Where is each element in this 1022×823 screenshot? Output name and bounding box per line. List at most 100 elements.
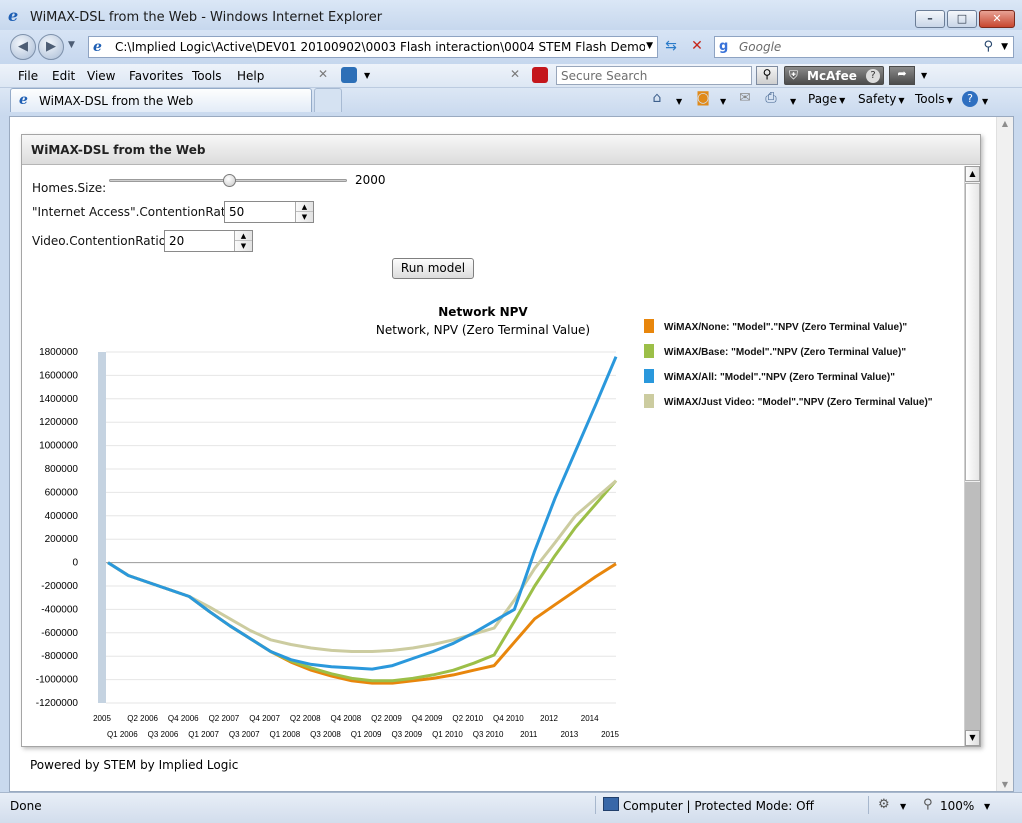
chart-lines bbox=[107, 356, 618, 685]
chevron-down-icon: ▼ bbox=[839, 96, 846, 105]
search-icon[interactable]: ⚲ bbox=[983, 39, 993, 54]
share-button[interactable]: ➦ bbox=[889, 66, 915, 85]
search-input[interactable]: g Google ⚲ ▼ bbox=[714, 36, 1014, 58]
close-icon: ✕ bbox=[992, 12, 1002, 25]
mcafee-shield-icon[interactable] bbox=[532, 67, 548, 83]
tab-wimax-dsl[interactable]: e WiMAX-DSL from the Web bbox=[10, 88, 312, 112]
page-scrollbar[interactable]: ▲ ▼ bbox=[996, 117, 1013, 791]
mcafee-label: McAfee bbox=[807, 69, 857, 83]
increment-icon[interactable]: ▲ bbox=[296, 202, 313, 212]
chart-subtitle: Network, NPV (Zero Terminal Value) bbox=[376, 323, 590, 337]
security-zone[interactable]: Computer | Protected Mode: Off bbox=[623, 799, 814, 813]
toolbar-close-icon[interactable]: ✕ bbox=[318, 67, 328, 81]
panel-scrollbar[interactable]: ▲ ▼ bbox=[964, 166, 980, 746]
minimize-button[interactable]: – bbox=[915, 10, 945, 28]
y-tick-label: -600000 bbox=[41, 628, 78, 639]
y-tick-label: 600000 bbox=[45, 487, 79, 498]
menu-view[interactable]: View bbox=[87, 69, 115, 83]
back-arrow-icon: ◀ bbox=[18, 39, 28, 54]
home-dropdown-icon[interactable]: ▼ bbox=[676, 97, 682, 106]
tools-menu-button[interactable]: Tools ▼ bbox=[915, 91, 953, 111]
menu-help[interactable]: Help bbox=[237, 69, 264, 83]
mcafee-button[interactable]: ⛨ McAfee ? bbox=[784, 66, 884, 85]
menu-favorites[interactable]: Favorites bbox=[129, 69, 183, 83]
x-tick-label: Q4 2008 bbox=[330, 714, 361, 723]
x-tick-label: Q1 2006 bbox=[107, 730, 138, 739]
video-contention-value[interactable]: 20 bbox=[169, 234, 184, 248]
ie-app-icon: e bbox=[8, 6, 19, 25]
y-axis-band bbox=[98, 352, 106, 703]
stop-icon[interactable]: ✕ bbox=[686, 38, 708, 56]
y-tick-label: 1600000 bbox=[39, 370, 78, 381]
zoom-icon[interactable]: ⚲ bbox=[923, 797, 933, 812]
secure-search-button[interactable]: ⚲ bbox=[756, 66, 778, 85]
feeds-icon[interactable]: ◙ bbox=[694, 90, 712, 108]
zoom-level[interactable]: 100% bbox=[940, 799, 974, 813]
scroll-up-icon[interactable]: ▲ bbox=[965, 166, 980, 182]
back-button[interactable]: ◀ bbox=[10, 34, 36, 60]
recent-pages-dropdown-icon[interactable]: ▼ bbox=[68, 40, 75, 50]
zoom-dropdown-icon[interactable]: ▼ bbox=[984, 802, 990, 811]
address-url[interactable]: C:\Implied Logic\Active\DEV01 20100902\0… bbox=[115, 40, 645, 54]
feeds-dropdown-icon[interactable]: ▼ bbox=[720, 97, 726, 106]
maximize-button[interactable]: □ bbox=[947, 10, 977, 28]
address-dropdown-icon[interactable]: ▼ bbox=[646, 41, 653, 51]
internet-contention-value[interactable]: 50 bbox=[229, 205, 244, 219]
refresh-icon[interactable]: ⇆ bbox=[660, 38, 682, 56]
scroll-up-icon[interactable]: ▲ bbox=[997, 119, 1013, 128]
scroll-down-icon[interactable]: ▼ bbox=[965, 730, 980, 746]
legend-swatch bbox=[644, 344, 654, 358]
menu-tools[interactable]: Tools bbox=[192, 69, 222, 83]
stepper-arrows[interactable]: ▲ ▼ bbox=[295, 202, 313, 222]
internet-contention-stepper[interactable]: 50 ▲ ▼ bbox=[224, 201, 314, 223]
mcafee-toolbar-close-icon[interactable]: ✕ bbox=[510, 67, 520, 81]
x-tick-label: Q3 2010 bbox=[473, 730, 504, 739]
forward-button[interactable]: ▶ bbox=[38, 34, 64, 60]
secure-search-input[interactable]: Secure Search bbox=[556, 66, 752, 85]
stepper-arrows[interactable]: ▲ ▼ bbox=[234, 231, 252, 251]
increment-icon[interactable]: ▲ bbox=[235, 231, 252, 241]
x-tick-label: Q2 2007 bbox=[209, 714, 240, 723]
print-dropdown-icon[interactable]: ▼ bbox=[790, 97, 796, 106]
safety-menu-button[interactable]: Safety ▼ bbox=[858, 91, 905, 111]
homes-size-slider-thumb[interactable] bbox=[223, 174, 237, 187]
x-tick-label: Q2 2010 bbox=[452, 714, 483, 723]
legend-swatch bbox=[644, 394, 654, 408]
protected-mode-icon[interactable]: ⚙ bbox=[878, 797, 890, 812]
share-dropdown-icon[interactable]: ▼ bbox=[921, 71, 927, 80]
scroll-track[interactable] bbox=[965, 482, 980, 730]
homes-size-label: Homes.Size: bbox=[32, 181, 107, 195]
minimize-icon: – bbox=[927, 12, 933, 25]
x-tick-label: Q3 2008 bbox=[310, 730, 341, 739]
scroll-down-icon[interactable]: ▼ bbox=[997, 780, 1013, 789]
x-tick-label: Q2 2006 bbox=[127, 714, 158, 723]
chart-title: Network NPV bbox=[438, 305, 528, 319]
search-placeholder: Google bbox=[739, 40, 782, 54]
computer-zone-icon bbox=[603, 797, 619, 811]
search-options-dropdown-icon[interactable]: ▼ bbox=[1001, 42, 1008, 52]
chevron-down-icon: ▼ bbox=[898, 96, 905, 105]
home-icon[interactable]: ⌂ bbox=[648, 90, 666, 108]
read-mail-icon[interactable]: ✉ bbox=[736, 90, 754, 108]
safety-menu-label: Safety bbox=[858, 92, 897, 106]
help-icon[interactable]: ? bbox=[962, 91, 978, 107]
run-model-button[interactable]: Run model bbox=[392, 258, 474, 279]
new-tab-button[interactable] bbox=[314, 88, 342, 112]
help-dropdown-icon[interactable]: ▼ bbox=[982, 97, 988, 106]
toolbar-addon-dropdown-icon[interactable]: ▼ bbox=[364, 71, 370, 80]
video-contention-stepper[interactable]: 20 ▲ ▼ bbox=[164, 230, 253, 252]
menu-file[interactable]: File bbox=[18, 69, 38, 83]
x-tick-label: Q4 2006 bbox=[168, 714, 199, 723]
decrement-icon[interactable]: ▼ bbox=[296, 212, 313, 222]
scroll-thumb[interactable] bbox=[965, 183, 980, 481]
page-menu-button[interactable]: Page ▼ bbox=[808, 91, 845, 111]
close-window-button[interactable]: ✕ bbox=[979, 10, 1015, 28]
print-icon[interactable]: ⎙ bbox=[762, 90, 780, 108]
toolbar-addon-icon[interactable] bbox=[341, 67, 357, 83]
address-input[interactable]: e C:\Implied Logic\Active\DEV01 20100902… bbox=[88, 36, 658, 58]
x-tick-label: Q4 2010 bbox=[493, 714, 524, 723]
decrement-icon[interactable]: ▼ bbox=[235, 241, 252, 251]
x-tick-label: 2015 bbox=[601, 730, 619, 739]
menu-edit[interactable]: Edit bbox=[52, 69, 75, 83]
protected-mode-dropdown-icon[interactable]: ▼ bbox=[900, 802, 906, 811]
